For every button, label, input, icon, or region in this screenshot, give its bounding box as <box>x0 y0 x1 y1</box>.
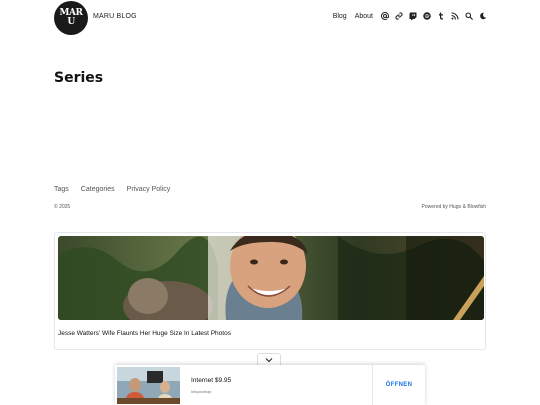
logo-text: MARU <box>59 8 83 27</box>
rss-icon[interactable] <box>451 12 459 20</box>
footer-link-privacy[interactable]: Privacy Policy <box>127 186 171 193</box>
top-nav: Blog About <box>333 12 487 20</box>
twitch-icon[interactable] <box>409 12 417 20</box>
site-title[interactable]: MARU BLOG <box>93 13 137 20</box>
ad-photo[interactable] <box>58 236 484 320</box>
bottom-ad-thumbnail[interactable] <box>117 367 180 404</box>
bottom-ad-banner[interactable]: Internet $9.95 infopicheap ÖFFNEN <box>115 365 425 405</box>
footer-nav: Tags Categories Privacy Policy <box>54 186 170 193</box>
tumblr-icon[interactable] <box>437 12 445 20</box>
bottom-ad-title[interactable]: Internet $9.95 <box>191 377 231 384</box>
at-icon[interactable] <box>381 12 389 20</box>
bottom-ad-advertiser: infopicheap <box>191 389 212 394</box>
search-icon[interactable] <box>465 12 473 20</box>
ad-collapse-toggle[interactable] <box>257 353 281 365</box>
copyright-text: © 2025 <box>54 204 71 210</box>
dark-mode-icon[interactable] <box>479 12 487 20</box>
nav-about-link[interactable]: About <box>355 13 373 20</box>
chevron-down-icon <box>265 357 273 362</box>
ad-headline[interactable]: Jesse Watters' Wife Flaunts Her Huge Siz… <box>58 330 231 337</box>
footer-link-tags[interactable]: Tags <box>54 186 69 193</box>
nav-blog-link[interactable]: Blog <box>333 13 347 20</box>
powered-by-text[interactable]: Powered by Hugo & Blowfish <box>422 204 486 210</box>
open-ad-button[interactable]: ÖFFNEN <box>373 365 425 405</box>
page-title: Series <box>54 70 104 86</box>
spotify-icon[interactable] <box>423 12 431 20</box>
ad-card[interactable]: Jesse Watters' Wife Flaunts Her Huge Siz… <box>54 232 486 350</box>
footer-link-categories[interactable]: Categories <box>81 186 115 193</box>
link-icon[interactable] <box>395 12 403 20</box>
site-logo[interactable]: MARU <box>54 1 88 35</box>
